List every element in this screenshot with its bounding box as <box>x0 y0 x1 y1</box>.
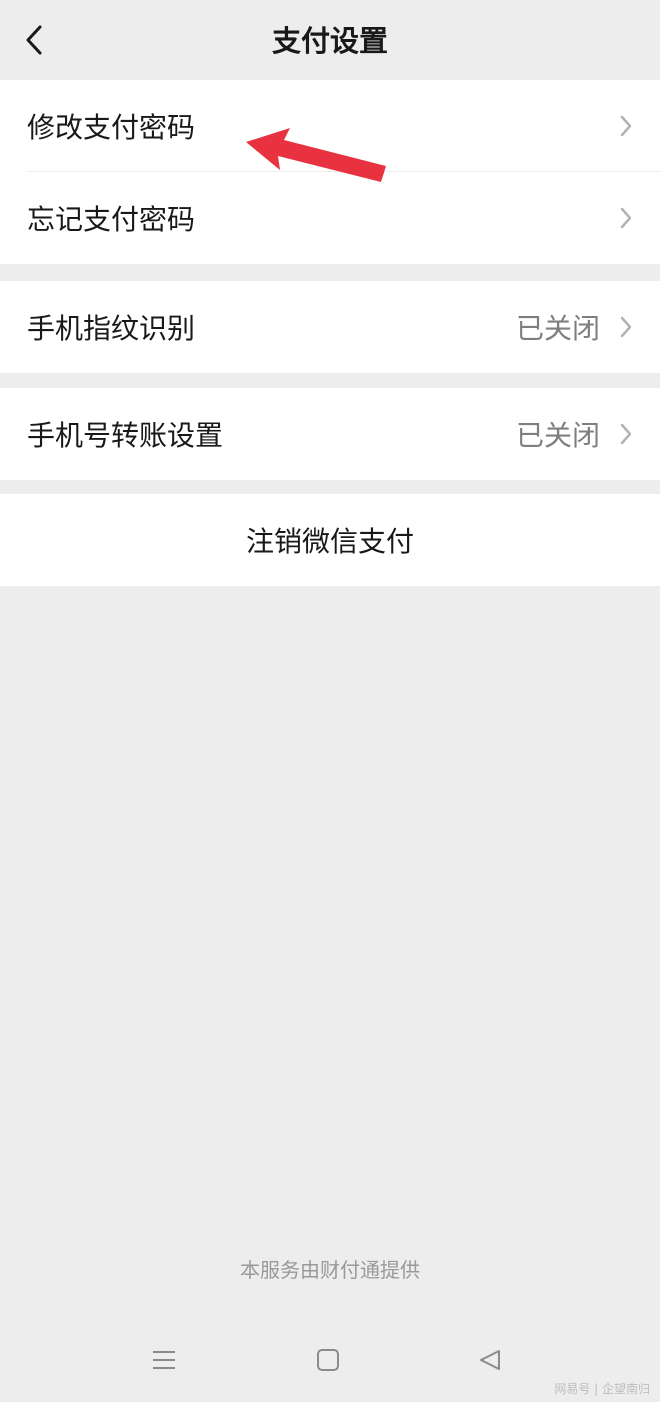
fingerprint-group: 手机指纹识别 已关闭 <box>0 281 660 373</box>
deregister-group: 注销微信支付 <box>0 494 660 586</box>
phone-transfer-status: 已关闭 <box>515 419 600 452</box>
phone-transfer-label: 手机号转账设置 <box>27 419 224 452</box>
chevron-right-icon <box>620 115 632 137</box>
system-back-button[interactable] <box>470 1340 510 1380</box>
forgot-payment-password-label: 忘记支付密码 <box>27 203 196 236</box>
home-square-icon <box>317 1349 339 1371</box>
chevron-right-icon <box>620 316 632 338</box>
change-payment-password-label: 修改支付密码 <box>27 111 196 144</box>
chevron-right-icon <box>620 207 632 229</box>
phone-transfer-group: 手机号转账设置 已关闭 <box>0 388 660 480</box>
top-bar: 支付设置 <box>0 0 660 80</box>
red-arrow-annotation <box>246 128 386 182</box>
deregister-wechat-pay-button[interactable]: 注销微信支付 <box>0 494 660 586</box>
fingerprint-label: 手机指纹识别 <box>27 312 196 345</box>
back-triangle-icon <box>480 1350 500 1370</box>
page-title: 支付设置 <box>271 24 388 58</box>
home-button[interactable] <box>308 1340 348 1380</box>
chevron-right-icon <box>620 423 632 445</box>
service-provider-note: 本服务由财付通提供 <box>240 1258 420 1282</box>
phone-transfer-row[interactable]: 手机号转账设置 已关闭 <box>0 388 660 480</box>
watermark: 网易号 | 企望南归 <box>554 1382 650 1396</box>
fingerprint-row[interactable]: 手机指纹识别 已关闭 <box>0 281 660 373</box>
fingerprint-status: 已关闭 <box>515 312 600 345</box>
menu-button[interactable] <box>144 1340 184 1380</box>
menu-icon <box>153 1351 175 1369</box>
